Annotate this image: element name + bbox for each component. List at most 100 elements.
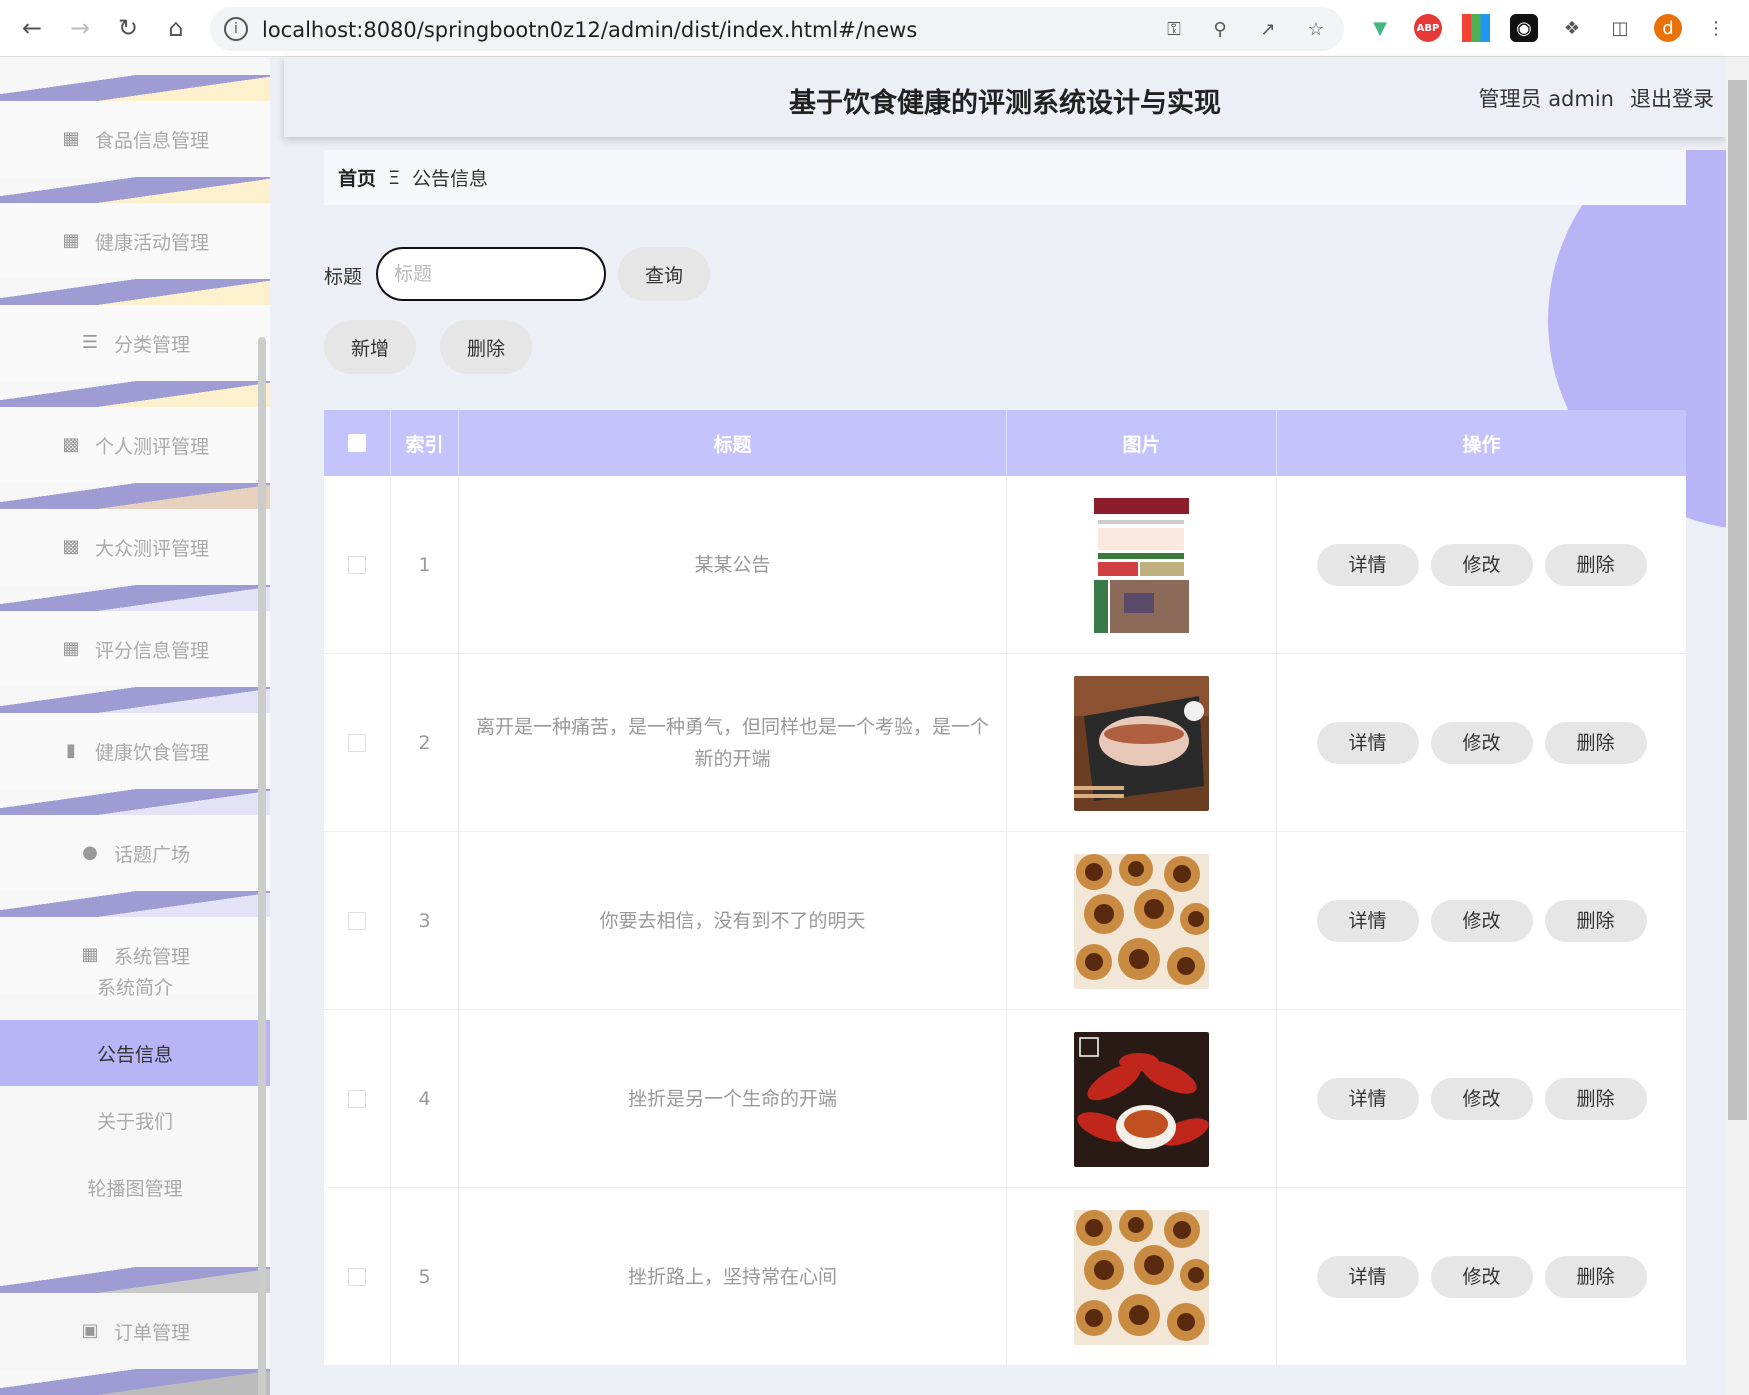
logout-link[interactable]: 退出登录 [1630, 83, 1714, 113]
sidebar-item-label: 分类管理 [113, 333, 190, 356]
vue-devtools-icon[interactable]: ▼ [1366, 14, 1394, 42]
thumbnail-magazine-cover[interactable] [1074, 497, 1209, 633]
sidebar-item-2[interactable]: ☰ 分类管理 [0, 305, 270, 381]
row-checkbox[interactable] [348, 1268, 366, 1286]
thumbnail-roast-pork[interactable] [1074, 675, 1209, 811]
delete-button[interactable]: 删除 [1544, 900, 1647, 942]
sidebar-item-label: 大众测评管理 [94, 537, 209, 560]
reload-icon[interactable]: ↻ [112, 12, 144, 44]
delete-button[interactable]: 删除 [1544, 722, 1647, 764]
header-title: 标题 [459, 410, 1007, 476]
row-checkbox[interactable] [348, 734, 366, 752]
row-checkbox[interactable] [348, 912, 366, 930]
delete-button[interactable]: 删除 [1544, 1256, 1647, 1298]
thumbnail-egg-tarts[interactable] [1074, 1209, 1209, 1345]
grid-icon: ▦ [62, 230, 80, 251]
detail-button[interactable]: 详情 [1316, 544, 1419, 586]
breadcrumb-separator-icon: Ξ [388, 166, 401, 189]
star-icon[interactable]: ☆ [1302, 15, 1330, 43]
key-icon[interactable]: ⚿ [1160, 15, 1188, 43]
edit-button[interactable]: 修改 [1430, 1256, 1533, 1298]
top-header: 基于饮食健康的评测系统设计与实现 管理员 admin 退出登录 [284, 57, 1726, 137]
menu-divider-decoration [0, 279, 270, 305]
home-icon[interactable]: ⌂ [160, 12, 192, 44]
adblock-icon[interactable]: ABP [1414, 14, 1442, 42]
grid-icon: ▦ [62, 128, 80, 149]
back-icon[interactable]: ← [16, 12, 48, 44]
sidebar-icon[interactable]: ◫ [1606, 14, 1634, 42]
detail-button[interactable]: 详情 [1316, 722, 1419, 764]
header-actions: 操作 [1462, 433, 1501, 456]
select-cell [324, 654, 391, 832]
search-button[interactable]: 查询 [618, 247, 710, 301]
sidebar: ▦ 食品信息管理 ▦ 健康活动管理 ☰ 分类管理 ▩ 个人测评管理 ▩ 大众测评管理 ▦ 评分信息管理… [0, 57, 270, 1395]
edit-button[interactable]: 修改 [1430, 544, 1533, 586]
select-all-cell [324, 410, 391, 476]
actions-cell: 详情 修改 删除 [1277, 1010, 1686, 1188]
batch-delete-button[interactable]: 删除 [440, 320, 532, 374]
sidebar-item-5[interactable]: ▦ 评分信息管理 [0, 611, 270, 687]
actions-cell: 详情 修改 删除 [1277, 476, 1686, 654]
sidebar-item-4[interactable]: ▩ 大众测评管理 [0, 509, 270, 585]
sidebar-subitem-3[interactable]: 轮播图管理 [0, 1154, 270, 1220]
sidebar-subitem-1[interactable]: 公告信息 [0, 1020, 270, 1086]
sidebar-item-6[interactable]: ▮ 健康饮食管理 [0, 713, 270, 789]
row-checkbox[interactable] [348, 556, 366, 574]
share-icon[interactable]: ↗ [1254, 15, 1282, 43]
title-cell: 挫折路上，坚持常在心间 [459, 1188, 1007, 1366]
select-cell [324, 832, 391, 1010]
row-checkbox[interactable] [348, 1090, 366, 1108]
menu-divider-decoration [0, 891, 270, 917]
color-picker-icon[interactable] [1462, 14, 1490, 42]
sidebar-scrollbar[interactable] [258, 337, 266, 1395]
menu-divider-decoration [0, 1267, 270, 1293]
puzzle-icon[interactable]: ❖ [1558, 14, 1586, 42]
search-input[interactable] [376, 247, 606, 301]
breadcrumb-home[interactable]: 首页 [338, 164, 376, 191]
sidebar-item-0[interactable]: ▦ 食品信息管理 [0, 101, 270, 177]
sidebar-subitem-2[interactable]: 关于我们 [0, 1087, 270, 1153]
table-row: 4 挫折是另一个生命的开端 详情 修改 删除 [324, 1010, 1686, 1188]
menu-divider-decoration [0, 75, 270, 101]
sidebar-item-7[interactable]: ● 话题广场 [0, 815, 270, 891]
detail-button[interactable]: 详情 [1316, 900, 1419, 942]
image-cell [1007, 476, 1277, 654]
menu-divider-decoration [0, 687, 270, 713]
sidebar-subitem-0[interactable]: 系统简介 [0, 953, 270, 1019]
edit-button[interactable]: 修改 [1430, 900, 1533, 942]
select-cell [324, 1188, 391, 1366]
detail-button[interactable]: 详情 [1316, 1078, 1419, 1120]
incognito-extension-icon[interactable]: ◉ [1510, 14, 1538, 42]
bar-chart-icon: ▮ [66, 740, 76, 761]
sidebar-item-label: 订单管理 [113, 1321, 190, 1344]
edit-button[interactable]: 修改 [1430, 722, 1533, 764]
sidebar-item-label: 食品信息管理 [94, 129, 209, 152]
site-info-icon[interactable]: i [224, 17, 248, 41]
thumbnail-egg-tarts[interactable] [1074, 853, 1209, 989]
breadcrumb-current: 公告信息 [412, 168, 489, 190]
page-scrollbar-thumb[interactable] [1728, 80, 1747, 1120]
zoom-icon[interactable]: ⚲ [1206, 15, 1234, 43]
add-button[interactable]: 新增 [324, 320, 416, 374]
index-cell: 2 [391, 654, 459, 832]
forward-icon[interactable]: → [64, 12, 96, 44]
title-cell: 你要去相信，没有到不了的明天 [459, 832, 1007, 1010]
image-cell [1007, 832, 1277, 1010]
url-text: localhost:8080/springbootn0z12/admin/dis… [262, 18, 918, 42]
delete-button[interactable]: 删除 [1544, 1078, 1647, 1120]
edit-button[interactable]: 修改 [1430, 1078, 1533, 1120]
thumbnail-crayfish[interactable] [1074, 1031, 1209, 1167]
detail-button[interactable]: 详情 [1316, 1256, 1419, 1298]
sidebar-item-1[interactable]: ▦ 健康活动管理 [0, 203, 270, 279]
menu-dots-icon[interactable]: ⋮ [1702, 14, 1730, 42]
profile-avatar[interactable]: d [1654, 14, 1682, 42]
sidebar-item-3[interactable]: ▩ 个人测评管理 [0, 407, 270, 483]
sidebar-item-label: 话题广场 [113, 843, 190, 866]
sidebar-item-orders[interactable]: ▣ 订单管理 [0, 1293, 270, 1369]
address-bar[interactable]: i localhost:8080/springbootn0z12/admin/d… [210, 7, 1344, 51]
image-cell [1007, 1188, 1277, 1366]
header-image: 图片 [1007, 410, 1277, 476]
delete-button[interactable]: 删除 [1544, 544, 1647, 586]
select-all-checkbox[interactable] [348, 434, 366, 452]
title-cell: 离开是一种痛苦，是一种勇气，但同样也是一个考验，是一个新的开端 [459, 654, 1007, 832]
